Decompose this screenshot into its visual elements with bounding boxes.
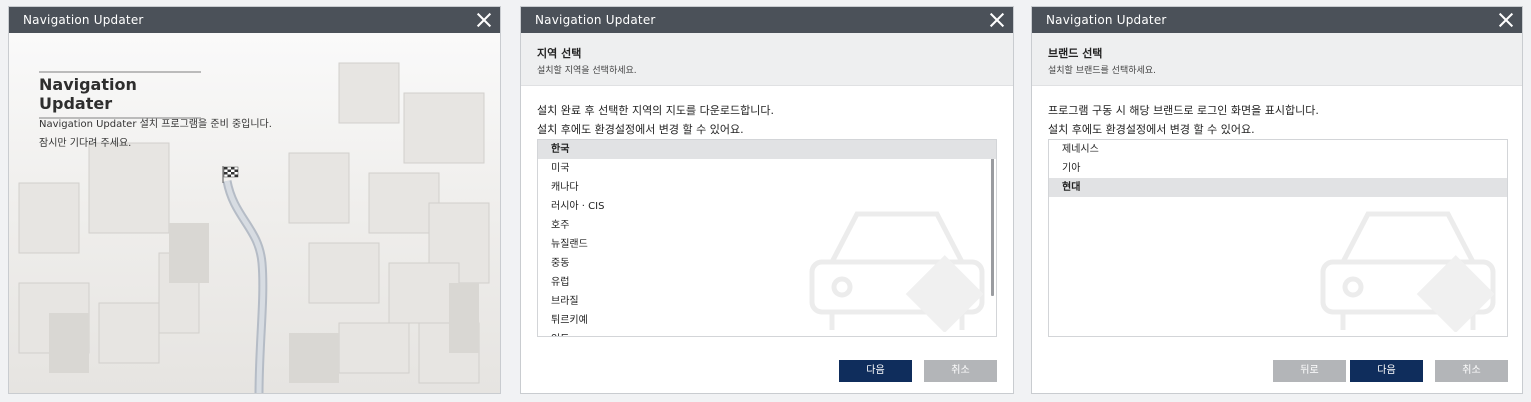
list-item[interactable]: 중동 bbox=[538, 254, 996, 273]
list-item[interactable]: 브라질 bbox=[538, 292, 996, 311]
list-item[interactable]: 호주 bbox=[538, 216, 996, 235]
list-item[interactable]: 뉴질랜드 bbox=[538, 235, 996, 254]
region-listbox[interactable]: 한국미국캐나다러시아 · CIS호주뉴질랜드중동유럽브라질튀르키예인도 bbox=[537, 139, 997, 337]
brand-select-window: Navigation Updater 브랜드 선택 설치할 브랜드를 선택하세요… bbox=[1031, 6, 1523, 394]
window-title: Navigation Updater bbox=[1046, 13, 1167, 27]
header-title: 지역 선택 bbox=[537, 47, 582, 60]
back-button[interactable]: 뒤로 bbox=[1273, 360, 1346, 382]
splash-heading: Navigation Updater bbox=[39, 75, 137, 113]
splash-illustration: Navigation Updater Navigation Updater 설치… bbox=[9, 33, 500, 393]
dialog-header: 브랜드 선택 설치할 브랜드를 선택하세요. bbox=[1032, 33, 1522, 86]
splash-window: Navigation Updater Navigation Updater Na… bbox=[8, 6, 501, 394]
brand-listbox[interactable]: 제네시스 기아 현대 bbox=[1048, 139, 1508, 337]
close-icon[interactable] bbox=[1496, 10, 1516, 30]
cancel-button[interactable]: 취소 bbox=[924, 360, 997, 382]
splash-message-line1: Navigation Updater 설치 프로그램을 준비 중입니다. bbox=[39, 119, 272, 130]
list-item[interactable]: 미국 bbox=[538, 159, 996, 178]
description-line1: 프로그램 구동 시 해당 브랜드로 로그인 화면을 표시합니다. bbox=[1048, 104, 1319, 117]
list-item[interactable]: 한국 bbox=[538, 140, 996, 159]
list-item[interactable]: 러시아 · CIS bbox=[538, 197, 996, 216]
car-icon bbox=[1320, 211, 1496, 332]
list-item[interactable]: 기아 bbox=[1049, 159, 1507, 178]
title-bar: Navigation Updater bbox=[521, 7, 1013, 33]
list-item[interactable]: 인도 bbox=[538, 330, 996, 336]
title-bar: Navigation Updater bbox=[9, 7, 500, 33]
list-item[interactable]: 제네시스 bbox=[1049, 140, 1507, 159]
list-item[interactable]: 유럽 bbox=[538, 273, 996, 292]
next-button[interactable]: 다음 bbox=[839, 360, 912, 382]
close-icon[interactable] bbox=[474, 10, 494, 30]
description-line2: 설치 후에도 환경설정에서 변경 할 수 있어요. bbox=[537, 123, 744, 136]
splash-heading-frame: Navigation Updater bbox=[39, 71, 201, 119]
header-subtitle: 설치할 지역을 선택하세요. bbox=[537, 66, 637, 76]
header-title: 브랜드 선택 bbox=[1048, 47, 1103, 60]
list-item[interactable]: 현대 bbox=[1049, 178, 1507, 197]
next-button[interactable]: 다음 bbox=[1350, 360, 1423, 382]
title-bar: Navigation Updater bbox=[1032, 7, 1522, 33]
dialog-header: 지역 선택 설치할 지역을 선택하세요. bbox=[521, 33, 1013, 86]
list-item[interactable]: 튀르키예 bbox=[538, 311, 996, 330]
window-title: Navigation Updater bbox=[23, 13, 144, 27]
description-line1: 설치 완료 후 선택한 지역의 지도를 다운로드합니다. bbox=[537, 104, 774, 117]
close-icon[interactable] bbox=[987, 10, 1007, 30]
splash-message-line2: 잠시만 기다려 주세요. bbox=[39, 138, 132, 149]
list-item[interactable]: 캐나다 bbox=[538, 178, 996, 197]
region-select-window: Navigation Updater 지역 선택 설치할 지역을 선택하세요. … bbox=[520, 6, 1014, 394]
window-title: Navigation Updater bbox=[535, 13, 656, 27]
header-subtitle: 설치할 브랜드를 선택하세요. bbox=[1048, 66, 1156, 76]
description-line2: 설치 후에도 환경설정에서 변경 할 수 있어요. bbox=[1048, 123, 1255, 136]
cancel-button[interactable]: 취소 bbox=[1435, 360, 1508, 382]
